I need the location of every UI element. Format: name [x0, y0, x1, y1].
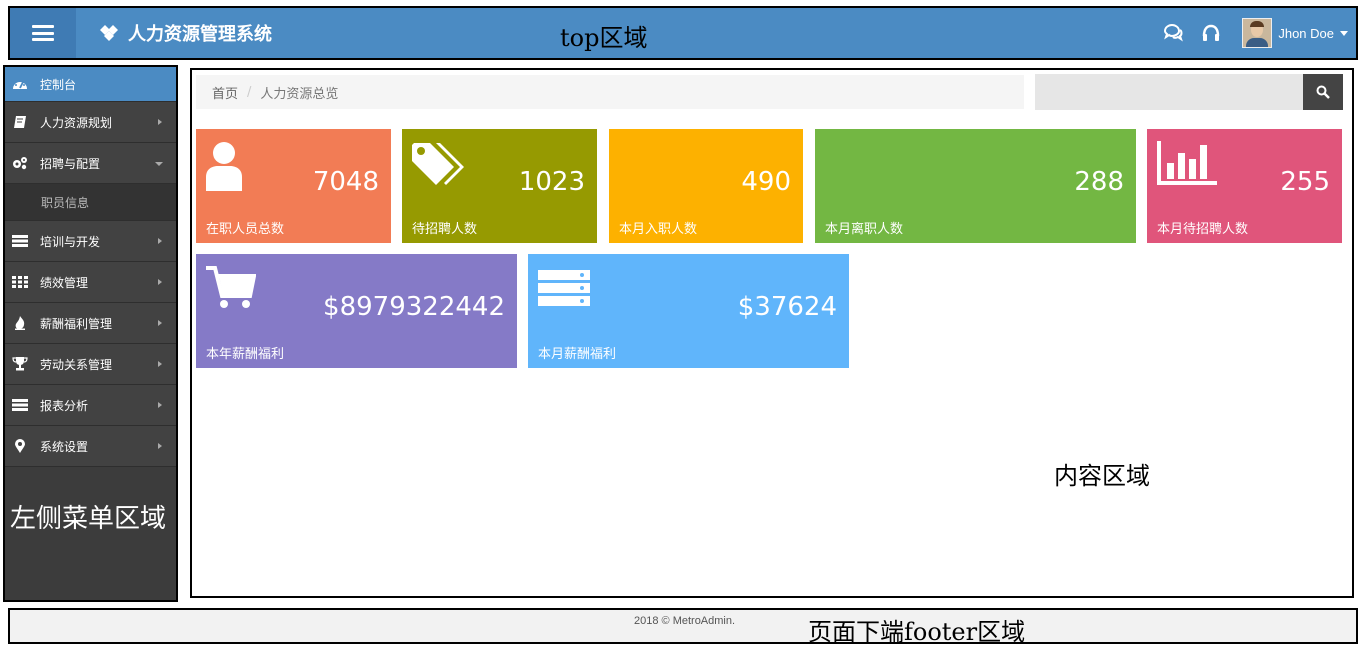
- trophy-icon: [12, 356, 28, 372]
- tile-value: 255: [1280, 167, 1330, 197]
- chevron-down-icon[interactable]: [1340, 30, 1348, 36]
- sidebar-item-label: 控制台: [40, 77, 77, 92]
- tile-label: 待招聘人数: [412, 222, 478, 237]
- comments-icon[interactable]: [1160, 20, 1186, 46]
- breadcrumb-current: 人力资源总览: [260, 86, 339, 102]
- content-zone-label: 内容区域: [1054, 462, 1150, 490]
- sidebar-item-hr-planning[interactable]: 人力资源规划: [5, 102, 176, 143]
- main-content: 首页 / 人力资源总览 7048 在职人员总数 1023 待招聘人数 490 本…: [190, 68, 1354, 598]
- sidebar-item-performance[interactable]: 绩效管理: [5, 262, 176, 303]
- menu-toggle-button[interactable]: [10, 8, 76, 58]
- top-zone-label: top区域: [560, 24, 648, 52]
- chevron-right-icon: [158, 402, 162, 408]
- headphones-icon[interactable]: [1198, 20, 1224, 46]
- breadcrumb-separator: /: [247, 84, 252, 100]
- tile-label: 本月薪酬福利: [538, 347, 617, 362]
- stat-tile-total-staff[interactable]: 7048 在职人员总数: [196, 129, 391, 243]
- avatar[interactable]: [1242, 18, 1273, 48]
- stat-tile-pending-hire[interactable]: 1023 待招聘人数: [402, 129, 597, 243]
- logo-icon: [100, 25, 118, 41]
- footer-copyright: 2018 © MetroAdmin.: [634, 615, 736, 627]
- sidebar-item-label: 招聘与配置: [40, 156, 101, 171]
- gears-icon: [12, 155, 28, 171]
- report-icon: [12, 397, 28, 413]
- stat-tile-monthly-pending-hire[interactable]: 255 本月待招聘人数: [1147, 129, 1342, 243]
- sidebar-item-training[interactable]: 培训与开发: [5, 221, 176, 262]
- chevron-right-icon: [158, 320, 162, 326]
- sidebar-item-label: 系统设置: [40, 439, 89, 454]
- tile-label: 本年薪酬福利: [206, 347, 285, 362]
- sidebar-item-label: 人力资源规划: [40, 115, 113, 130]
- app-title: 人力资源管理系统: [128, 24, 272, 45]
- breadcrumb: 首页 / 人力资源总览: [196, 75, 1024, 109]
- sidebar-item-compensation[interactable]: 薪酬福利管理: [5, 303, 176, 344]
- breadcrumb-home-link[interactable]: 首页: [212, 83, 238, 102]
- map-marker-icon: [12, 438, 28, 454]
- shopping-cart-icon: [206, 266, 257, 314]
- brand[interactable]: 人力资源管理系统: [98, 21, 272, 45]
- footer-zone-label: 页面下端footer区域: [808, 618, 1026, 646]
- sidebar-item-label: 培训与开发: [40, 234, 101, 249]
- tile-label: 本月待招聘人数: [1157, 222, 1249, 237]
- sidebar-item-recruitment[interactable]: 招聘与配置: [5, 143, 176, 184]
- sidebar-subitem-staff-info[interactable]: 职员信息: [5, 184, 176, 221]
- stat-tile-annual-compensation[interactable]: $8979322442 本年薪酬福利: [196, 254, 517, 368]
- stat-tile-monthly-leave[interactable]: 288 本月离职人数: [815, 129, 1136, 243]
- sidebar-item-label: 劳动关系管理: [40, 357, 113, 372]
- sidebar-zone-label: 左侧菜单区域: [10, 504, 167, 534]
- user-name[interactable]: Jhon Doe: [1278, 26, 1334, 41]
- tile-value: 7048: [312, 167, 379, 197]
- tile-label: 本月入职人数: [619, 222, 698, 237]
- stat-tile-monthly-onboard[interactable]: 490 本月入职人数: [609, 129, 803, 243]
- top-navbar: 人力资源管理系统 Jhon Doe: [8, 6, 1358, 60]
- chevron-right-icon: [158, 279, 162, 285]
- dashboard-icon: [12, 76, 28, 92]
- footer: 2018 © MetroAdmin. 页面下端footer区域: [8, 608, 1358, 646]
- tile-value: $37624: [737, 292, 837, 322]
- hamburger-icon: [32, 25, 54, 41]
- tile-value: 1023: [518, 167, 585, 197]
- sidebar-subitem-label: 职员信息: [41, 195, 90, 210]
- server-icon: [538, 266, 590, 314]
- sidebar-item-label: 报表分析: [40, 398, 89, 413]
- sidebar-item-label: 薪酬福利管理: [40, 316, 113, 331]
- chevron-right-icon: [158, 361, 162, 367]
- sidebar-item-dashboard[interactable]: 控制台: [5, 67, 176, 102]
- chevron-right-icon: [158, 119, 162, 125]
- grid-icon: [12, 274, 28, 290]
- sidebar-item-reports[interactable]: 报表分析: [5, 385, 176, 426]
- tile-value: 288: [1074, 167, 1124, 197]
- sidebar-item-labor-relations[interactable]: 劳动关系管理: [5, 344, 176, 385]
- server-icon: [12, 233, 28, 249]
- chevron-right-icon: [158, 443, 162, 449]
- tile-value: 490: [741, 167, 791, 197]
- book-icon: [12, 114, 28, 130]
- search-input[interactable]: [1035, 74, 1303, 110]
- bar-chart-icon: [1157, 141, 1217, 189]
- tile-label: 本月离职人数: [825, 222, 904, 237]
- tile-value: $8979322442: [323, 292, 505, 322]
- tile-label: 在职人员总数: [206, 222, 285, 237]
- fire-icon: [12, 315, 28, 331]
- chevron-down-icon: [155, 162, 163, 166]
- user-icon: [206, 141, 246, 195]
- search-button[interactable]: [1303, 74, 1343, 110]
- search-icon: [1316, 85, 1330, 99]
- tags-icon: [412, 141, 468, 191]
- sidebar-item-label: 绩效管理: [40, 275, 89, 290]
- sidebar-item-settings[interactable]: 系统设置: [5, 426, 176, 467]
- stat-tile-monthly-compensation[interactable]: $37624 本月薪酬福利: [528, 254, 849, 368]
- chevron-right-icon: [158, 238, 162, 244]
- top-right-tools: Jhon Doe: [1160, 8, 1348, 58]
